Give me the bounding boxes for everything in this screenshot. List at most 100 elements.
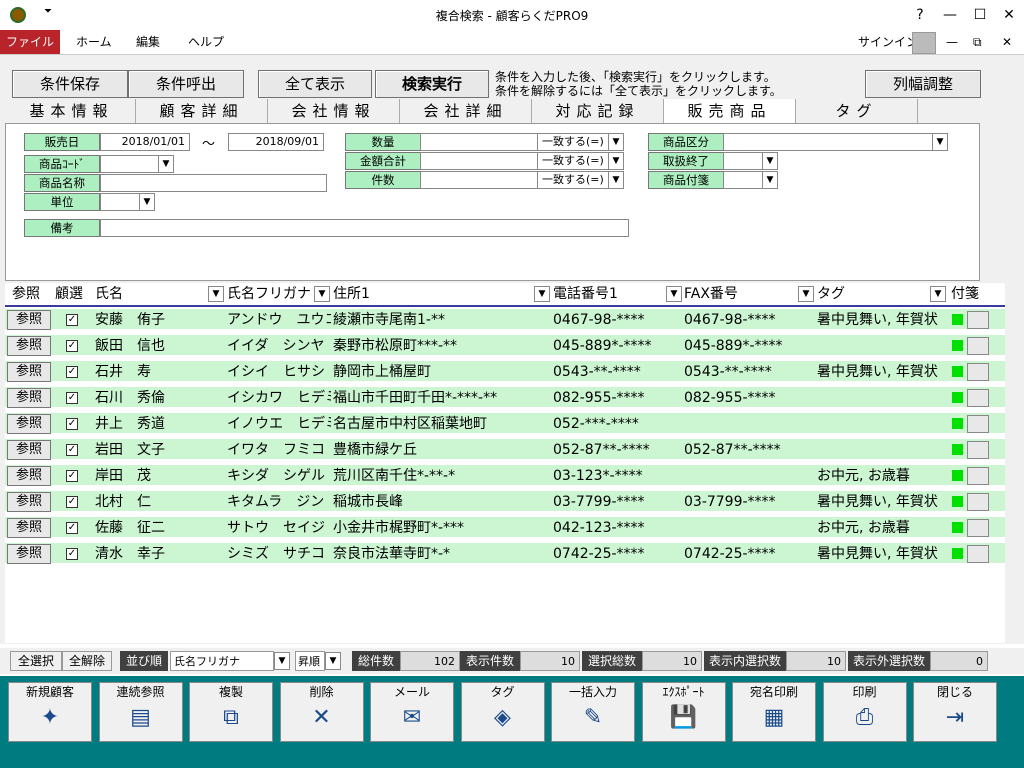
save-condition-button[interactable]: 条件保存 (12, 70, 128, 98)
fax-filter-chevron-down-icon[interactable]: ▼ (798, 286, 814, 302)
label-button[interactable] (967, 545, 989, 563)
tab-tag[interactable]: タグ (796, 99, 918, 123)
close-button[interactable]: 閉じる ⇥ (913, 682, 997, 742)
col-header-fax[interactable]: FAX番号 (684, 283, 738, 305)
column-fit-button[interactable]: 列幅調整 (865, 70, 981, 98)
print-button[interactable]: 印刷 ⎙ (822, 682, 907, 742)
sort-order-select[interactable]: 昇順 (295, 651, 325, 671)
select-checkbox[interactable]: ✓ (66, 392, 78, 404)
table-row[interactable]: 参照 ✓ 岸田 茂 キシダ シゲル 荒川区南千住*-**-* 03-123*-**** お中… (5, 465, 1005, 487)
product-code-chevron-down-icon[interactable]: ▼ (158, 155, 174, 173)
signin-link[interactable]: サインイン (858, 30, 918, 54)
ref-button[interactable]: 参照 (7, 466, 51, 486)
menu-file[interactable]: ファイル (0, 30, 60, 54)
count-input[interactable] (420, 171, 538, 189)
new-customer-button[interactable]: 新規顧客 ✦ (8, 682, 92, 742)
bulk-input-button[interactable]: 一括入力 ✎ (551, 682, 635, 742)
select-checkbox[interactable]: ✓ (66, 548, 78, 560)
avatar[interactable] (912, 32, 936, 54)
ref-button[interactable]: 参照 (7, 336, 51, 356)
count-match-select[interactable]: 一致する(=) (537, 171, 609, 189)
amount-match-select[interactable]: 一致する(=) (537, 152, 609, 170)
amount-match-chevron-down-icon[interactable]: ▼ (608, 152, 624, 170)
col-header-kana[interactable]: 氏名フリガナ (227, 283, 311, 305)
ref-button[interactable]: 参照 (7, 414, 51, 434)
unit-input[interactable] (100, 193, 140, 211)
table-row[interactable]: 参照 ✓ 石井 寿 イシイ ヒサシ 静岡市上桶屋町 0543-**-**** 0543-**… (5, 361, 1005, 383)
sort-field-select[interactable]: 氏名フリガナ (170, 651, 274, 671)
kana-filter-chevron-down-icon[interactable]: ▼ (314, 286, 330, 302)
ref-button[interactable]: 参照 (7, 518, 51, 538)
maximize-button[interactable]: ☐ (965, 4, 995, 26)
note-input[interactable] (100, 219, 629, 237)
select-checkbox[interactable]: ✓ (66, 444, 78, 456)
minimize-button[interactable]: — (935, 4, 965, 26)
sort-order-chevron-down-icon[interactable]: ▼ (325, 652, 341, 670)
tab-basic[interactable]: 基本情報 (8, 99, 136, 123)
col-header-tel[interactable]: 電話番号1 (553, 283, 618, 305)
col-header-tag[interactable]: タグ (817, 283, 845, 305)
product-category-chevron-down-icon[interactable]: ▼ (932, 133, 948, 151)
ref-button[interactable]: 参照 (7, 310, 51, 330)
address-print-button[interactable]: 宛名印刷 ▦ (732, 682, 816, 742)
close-button[interactable]: ✕ (994, 4, 1024, 26)
quantity-match-select[interactable]: 一致する(=) (537, 133, 609, 151)
show-all-button[interactable]: 全て表示 (258, 70, 372, 98)
select-all-button[interactable]: 全選択 (10, 651, 62, 671)
product-name-input[interactable] (100, 174, 327, 192)
tag-filter-chevron-down-icon[interactable]: ▼ (930, 286, 946, 302)
tag-button[interactable]: タグ ◈ (460, 682, 545, 742)
select-checkbox[interactable]: ✓ (66, 366, 78, 378)
quantity-match-chevron-down-icon[interactable]: ▼ (608, 133, 624, 151)
tab-sales-product[interactable]: 販売商品 (664, 99, 796, 123)
unit-chevron-down-icon[interactable]: ▼ (139, 193, 155, 211)
ribbon-restore-icon[interactable]: ⧉ (973, 30, 982, 54)
label-button[interactable] (967, 467, 989, 485)
select-checkbox[interactable]: ✓ (66, 314, 78, 326)
label-button[interactable] (967, 337, 989, 355)
menu-edit[interactable]: 編集 (136, 30, 160, 54)
ribbon-close-icon[interactable]: ✕ (1002, 30, 1012, 54)
ref-button[interactable]: 参照 (7, 440, 51, 460)
select-checkbox[interactable]: ✓ (66, 522, 78, 534)
label-button[interactable] (967, 441, 989, 459)
ref-button[interactable]: 参照 (7, 362, 51, 382)
table-row[interactable]: 参照 ✓ 石川 秀倫 イシカワ ヒデミチ福山市千田町千田*-***-** 082-955… (5, 387, 1005, 409)
delete-button[interactable]: 削除 ✕ (279, 682, 364, 742)
amount-input[interactable] (420, 152, 538, 170)
tab-company-detail[interactable]: 会社詳細 (400, 99, 532, 123)
quantity-input[interactable] (420, 133, 538, 151)
label-button[interactable] (967, 493, 989, 511)
product-code-input[interactable] (100, 155, 160, 173)
name-filter-chevron-down-icon[interactable]: ▼ (208, 286, 224, 302)
sales-date-from-input[interactable]: 2018/01/01 (100, 133, 190, 151)
ref-button[interactable]: 参照 (7, 388, 51, 408)
ref-button[interactable]: 参照 (7, 544, 51, 564)
label-button[interactable] (967, 363, 989, 381)
discontinued-select[interactable] (723, 152, 763, 170)
product-category-select[interactable] (723, 133, 933, 151)
count-match-chevron-down-icon[interactable]: ▼ (608, 171, 624, 189)
tab-contact-record[interactable]: 対応記録 (532, 99, 664, 123)
product-tag-chevron-down-icon[interactable]: ▼ (762, 171, 778, 189)
table-row[interactable]: 参照 ✓ 井上 秀道 イノウエ ヒデミチ名古屋市中村区稲葉地町 052-***-**** (5, 413, 1005, 435)
label-button[interactable] (967, 311, 989, 329)
table-row[interactable]: 参照 ✓ 岩田 文子 イワタ フミコ 豊橋市緑ケ丘 052-87**-**** 052-87… (5, 439, 1005, 461)
select-checkbox[interactable]: ✓ (66, 340, 78, 352)
table-row[interactable]: 参照 ✓ 安藤 侑子 アンドウ ユウコ 綾瀬市寺尾南1-** 0467-98-**** 04… (5, 309, 1005, 331)
label-button[interactable] (967, 389, 989, 407)
sales-date-to-input[interactable]: 2018/09/01 (228, 133, 324, 151)
label-button[interactable] (967, 519, 989, 537)
ribbon-minimize-icon[interactable]: — (946, 30, 958, 54)
col-header-name[interactable]: 氏名 (95, 283, 123, 305)
select-checkbox[interactable]: ✓ (66, 418, 78, 430)
table-row[interactable]: 参照 ✓ 佐藤 征二 サトウ セイジ 小金井市梶野町*-*** 042-123-**** お… (5, 517, 1005, 539)
continuous-ref-button[interactable]: 連続参照 ▤ (98, 682, 183, 742)
table-row[interactable]: 参照 ✓ 北村 仁 キタムラ ジン 稲城市長峰 03-7799-**** 03-7799-*… (5, 491, 1005, 513)
tab-customer-detail[interactable]: 顧客詳細 (136, 99, 268, 123)
menu-home[interactable]: ホーム (76, 30, 112, 54)
address-filter-chevron-down-icon[interactable]: ▼ (534, 286, 550, 302)
duplicate-button[interactable]: 複製 ⧉ (189, 682, 273, 742)
load-condition-button[interactable]: 条件呼出 (128, 70, 244, 98)
tel-filter-chevron-down-icon[interactable]: ▼ (666, 286, 682, 302)
